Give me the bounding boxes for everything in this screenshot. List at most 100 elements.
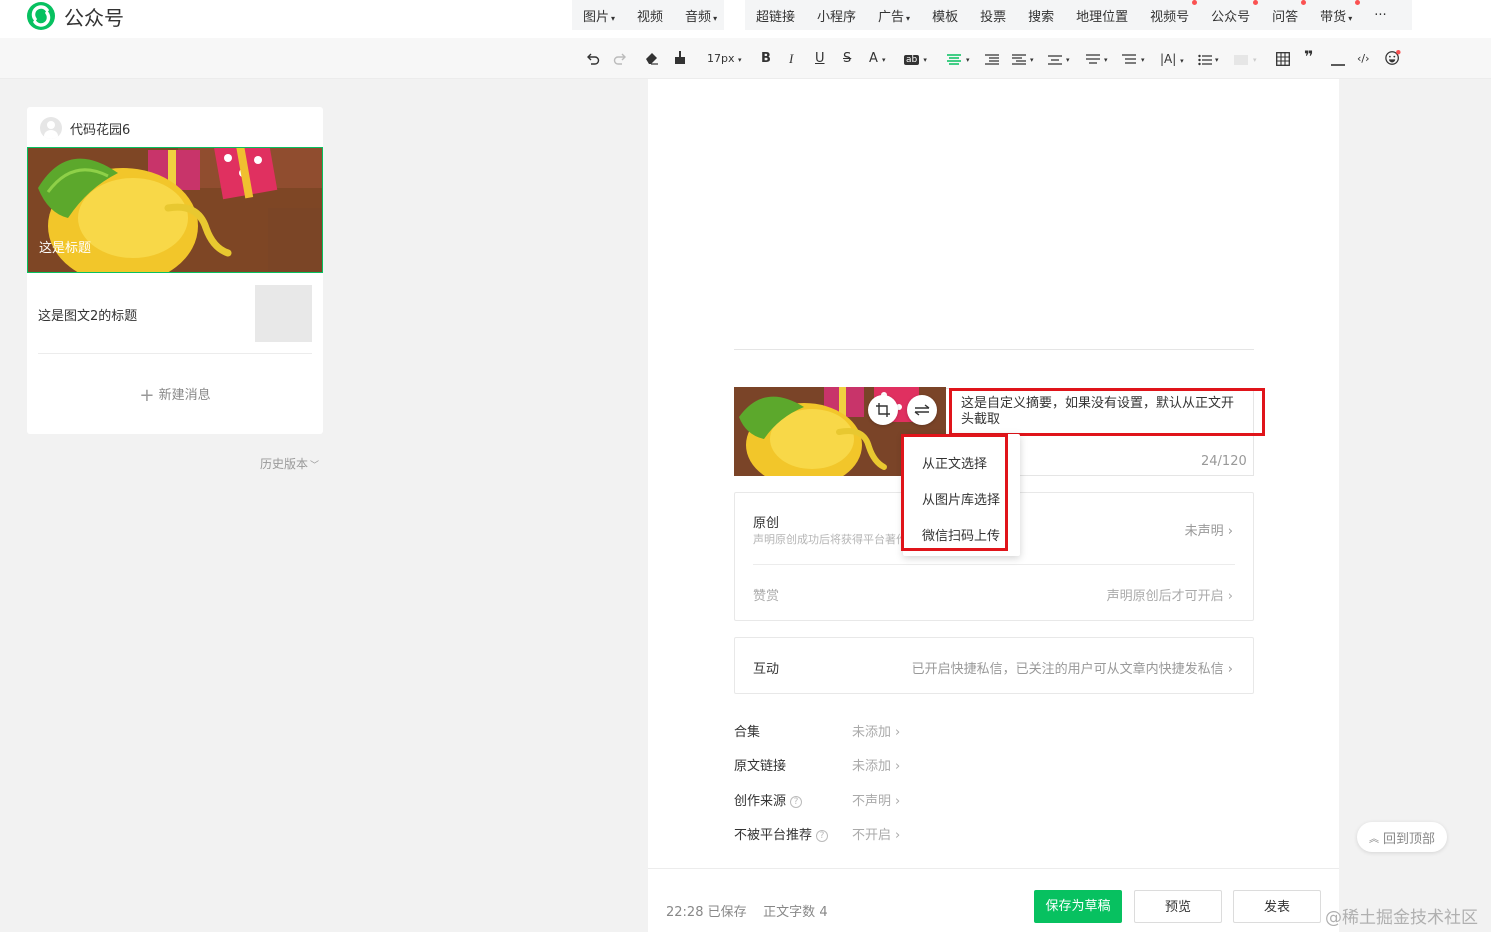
- content-divider: [734, 349, 1254, 350]
- indent-icon[interactable]: [985, 52, 999, 68]
- insert-tool-item[interactable]: 视频号: [1139, 0, 1200, 25]
- line-height-icon[interactable]: [1086, 52, 1100, 68]
- first-line-indent-icon[interactable]: [1122, 52, 1136, 68]
- list-icon[interactable]: [1198, 52, 1212, 68]
- original-status-link[interactable]: 未声明 ›: [1185, 520, 1233, 539]
- word-count: 4: [819, 905, 828, 920]
- insert-tool-label: 带货: [1320, 9, 1347, 25]
- publish-button[interactable]: 发表: [1233, 890, 1321, 923]
- bg-color-button[interactable]: ab ▾: [904, 51, 927, 67]
- insert-tool-item[interactable]: 公众号: [1200, 0, 1261, 25]
- undo-icon[interactable]: [586, 51, 600, 67]
- logo[interactable]: 公众号: [26, 1, 124, 31]
- reward-status-link[interactable]: 声明原创后才可开启 ›: [1107, 585, 1233, 604]
- setting-row-value-link[interactable]: 未添加 ›: [852, 755, 900, 774]
- setting-value-text: 未添加: [852, 725, 892, 740]
- setting-row-value-link[interactable]: 未添加 ›: [852, 721, 900, 740]
- outdent-caret-icon[interactable]: ▾: [1030, 52, 1034, 68]
- insert-tool-item[interactable]: ···: [1363, 8, 1397, 23]
- insert-group-media: 图片 ▾ 视频 音频 ▾: [572, 0, 724, 30]
- emoji-icon[interactable]: [1384, 50, 1402, 66]
- para-spacing-caret-icon[interactable]: ▾: [1066, 52, 1070, 68]
- insert-tool-item[interactable]: 超链接: [745, 6, 806, 25]
- plus-icon: +: [139, 385, 155, 406]
- eraser-icon[interactable]: [644, 50, 660, 66]
- article2-item[interactable]: 这是图文2的标题: [38, 285, 312, 354]
- save-time: 22:28: [666, 905, 704, 920]
- chevron-right-icon: ›: [1227, 662, 1233, 677]
- divider-icon[interactable]: [1331, 57, 1345, 73]
- insert-media-item[interactable]: 音频 ▾: [674, 6, 728, 25]
- insert-tool-item[interactable]: 模板: [921, 6, 969, 25]
- watermark: @稀土掘金技术社区: [1325, 908, 1478, 928]
- redo-icon[interactable]: [613, 51, 627, 67]
- insert-group-tools: 超链接 小程序 广告 ▾ 模板 投票 搜索 地理位置 视频号 公众号 问答 带货 ▾ ···: [745, 0, 1412, 30]
- preview-button[interactable]: 预览: [1134, 890, 1222, 923]
- caret-down-icon: ▾: [713, 13, 718, 23]
- insert-tool-label: 地理位置: [1076, 9, 1129, 25]
- paragraph-spacing-icon[interactable]: [1048, 52, 1062, 68]
- setting-label-text: 原文链接: [734, 759, 787, 774]
- logo-text: 公众号: [64, 5, 124, 30]
- top-bar: 公众号 图片 ▾ 视频 音频 ▾ 超链接 小程序 广告 ▾ 模板 投票 搜索 地理位置 视频号 公众号 问答…: [0, 0, 1491, 38]
- insert-tool-item[interactable]: 广告 ▾: [867, 6, 921, 25]
- bold-button[interactable]: B: [761, 51, 771, 67]
- font-size-value: 17px: [707, 52, 735, 65]
- insert-media-item[interactable]: 视频: [626, 6, 674, 25]
- chevron-right-icon: ›: [895, 828, 901, 843]
- insert-tool-item[interactable]: 问答: [1261, 0, 1309, 25]
- setting-row-value-link[interactable]: 不声明 ›: [852, 790, 900, 809]
- indent-caret-icon[interactable]: ▾: [1141, 52, 1145, 68]
- article1-cover[interactable]: 这是标题: [27, 147, 323, 273]
- save-draft-button[interactable]: 保存为草稿: [1034, 890, 1122, 923]
- section-divider: [753, 564, 1235, 565]
- setting-row-value-link[interactable]: 不开启 ›: [852, 824, 900, 843]
- article-list-card: 代码花园6 这是标题 这是图文2的标题 + 新建消息: [27, 107, 323, 434]
- crop-icon: [876, 403, 890, 417]
- format-painter-icon[interactable]: [673, 50, 687, 66]
- block-caret-icon[interactable]: ▾: [1253, 52, 1257, 68]
- history-version-link[interactable]: 历史版本 ﹀: [260, 455, 319, 472]
- align-caret-icon[interactable]: ▾: [966, 52, 970, 68]
- insert-tool-label: ···: [1374, 7, 1387, 23]
- font-color-button[interactable]: A ▾: [869, 51, 886, 67]
- chevron-right-icon: ›: [1227, 589, 1233, 604]
- insert-tool-label: 视频号: [1150, 9, 1190, 25]
- font-size-select[interactable]: 17px ▾: [707, 51, 742, 67]
- account-header: 代码花园6: [40, 117, 130, 139]
- insert-tool-item[interactable]: 地理位置: [1065, 6, 1139, 25]
- insert-tool-item[interactable]: 搜索: [1017, 6, 1065, 25]
- interaction-section: 互动 已开启快捷私信，已关注的用户可从文章内快捷发私信 ›: [734, 637, 1254, 694]
- align-center-icon[interactable]: [947, 52, 961, 68]
- help-icon[interactable]: ?: [790, 796, 803, 808]
- interaction-status-link[interactable]: 已开启快捷私信，已关注的用户可从文章内快捷发私信 ›: [912, 658, 1233, 677]
- crop-button[interactable]: [868, 395, 898, 425]
- letter-spacing-icon[interactable]: |A| ▾: [1160, 51, 1184, 67]
- insert-media-item[interactable]: 图片 ▾: [572, 6, 626, 25]
- new-message-button[interactable]: + 新建消息: [27, 384, 323, 406]
- insert-tool-item[interactable]: 小程序: [806, 6, 867, 25]
- menu-highlight-box: [901, 434, 1008, 551]
- help-icon[interactable]: ?: [816, 830, 829, 842]
- bg-color-label: ab: [904, 55, 920, 65]
- list-caret-icon[interactable]: ▾: [1215, 52, 1219, 68]
- back-to-top-label: 回到顶部: [1382, 831, 1435, 847]
- chevron-right-icon: ›: [895, 794, 901, 809]
- code-icon[interactable]: ‹/›: [1357, 51, 1370, 67]
- new-badge-dot: [1192, 0, 1198, 5]
- block-style-icon[interactable]: [1234, 52, 1248, 68]
- insert-tool-item[interactable]: 投票: [969, 6, 1017, 25]
- italic-button[interactable]: I: [789, 51, 793, 67]
- insert-tool-item[interactable]: 带货 ▾: [1309, 0, 1363, 25]
- quote-icon[interactable]: ❞: [1304, 49, 1313, 65]
- strikethrough-button[interactable]: S: [843, 51, 851, 67]
- interaction-label: 互动: [753, 662, 780, 677]
- outdent-icon[interactable]: [1012, 52, 1026, 68]
- underline-button[interactable]: U: [815, 51, 825, 67]
- back-to-top-button[interactable]: ︽ 回到顶部: [1357, 822, 1447, 852]
- replace-cover-button[interactable]: [907, 395, 937, 425]
- article2-title: 这是图文2的标题: [38, 309, 138, 324]
- double-chevron-up-icon: ︽: [1368, 833, 1379, 845]
- table-icon[interactable]: [1276, 51, 1290, 67]
- line-height-caret-icon[interactable]: ▾: [1104, 52, 1108, 68]
